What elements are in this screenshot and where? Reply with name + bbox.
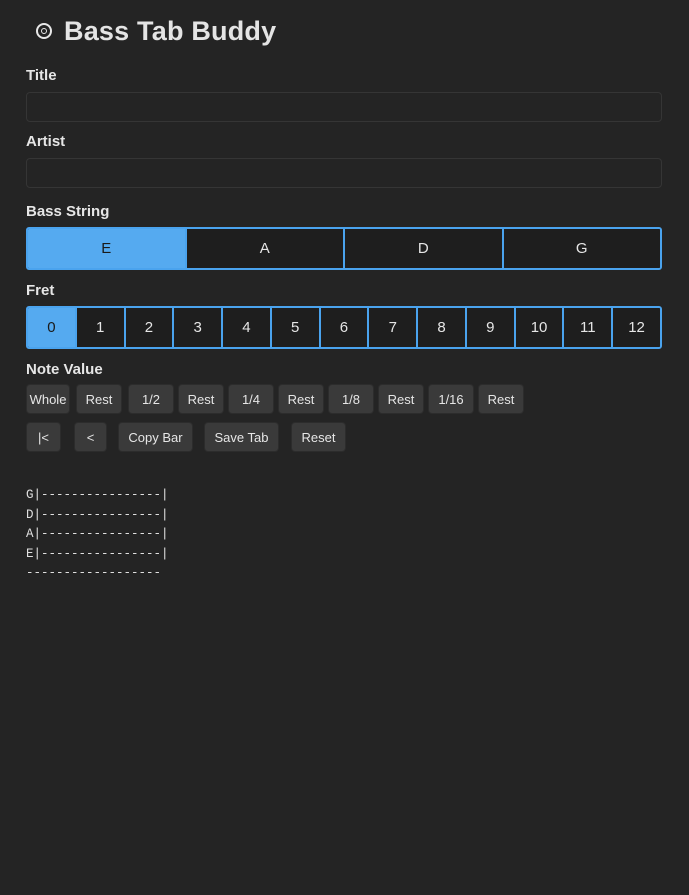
header: Bass Tab Buddy <box>26 0 662 62</box>
control-buttons: |< < Copy Bar Save Tab Reset <box>26 422 662 452</box>
bass-string-selector: E A D G <box>26 227 662 270</box>
fret-option-11[interactable]: 11 <box>562 308 612 347</box>
string-option-d[interactable]: D <box>343 229 502 268</box>
whole-rest-button[interactable]: Rest <box>76 384 122 414</box>
fret-selector: 0 1 2 3 4 5 6 7 8 9 10 11 12 <box>26 306 662 349</box>
sixteenth-note-button[interactable]: 1/16 <box>428 384 474 414</box>
artist-label: Artist <box>26 133 66 150</box>
quarter-rest-button[interactable]: Rest <box>278 384 324 414</box>
artist-input[interactable] <box>26 158 662 188</box>
go-to-start-button[interactable]: |< <box>26 422 61 452</box>
music-disc-icon <box>36 23 52 39</box>
fret-option-1[interactable]: 1 <box>74 308 124 347</box>
string-option-g[interactable]: G <box>501 229 660 268</box>
half-rest-button[interactable]: Rest <box>178 384 224 414</box>
fret-option-5[interactable]: 5 <box>269 308 319 347</box>
fret-option-10[interactable]: 10 <box>513 308 563 347</box>
tab-line-g: G|----------------| <box>26 488 169 502</box>
tab-line-d: D|----------------| <box>26 507 169 522</box>
bass-string-label: Bass String <box>26 203 110 220</box>
page-title: Bass Tab Buddy <box>64 15 277 46</box>
note-value-buttons: Whole Rest 1/2 Rest 1/4 Rest 1/8 Rest 1/… <box>26 384 662 414</box>
note-value-label: Note Value <box>26 361 103 378</box>
title-label: Title <box>26 67 57 84</box>
fret-option-9[interactable]: 9 <box>464 308 514 347</box>
fret-option-3[interactable]: 3 <box>172 308 222 347</box>
fret-label: Fret <box>26 282 55 299</box>
sixteenth-rest-button[interactable]: Rest <box>478 384 524 414</box>
save-tab-button[interactable]: Save Tab <box>204 422 279 452</box>
fret-option-7[interactable]: 7 <box>367 308 417 347</box>
half-note-button[interactable]: 1/2 <box>128 384 174 414</box>
fret-option-4[interactable]: 4 <box>221 308 270 347</box>
tab-bottom-rule: ------------------ <box>26 566 162 580</box>
quarter-note-button[interactable]: 1/4 <box>228 384 274 414</box>
fret-option-12[interactable]: 12 <box>611 308 660 347</box>
back-button[interactable]: < <box>74 422 107 452</box>
string-option-e[interactable]: E <box>28 229 185 268</box>
eighth-rest-button[interactable]: Rest <box>378 384 424 414</box>
copy-bar-button[interactable]: Copy Bar <box>118 422 193 452</box>
app-container: Bass Tab Buddy Title Artist Bass String … <box>26 0 662 584</box>
fret-option-8[interactable]: 8 <box>416 308 465 347</box>
fret-option-6[interactable]: 6 <box>318 308 368 347</box>
title-input[interactable] <box>26 92 662 122</box>
eighth-note-button[interactable]: 1/8 <box>328 384 374 414</box>
tab-display: G|----------------| D|----------------| … <box>26 486 662 584</box>
whole-note-button[interactable]: Whole <box>26 384 70 414</box>
tab-line-e: E|----------------| <box>26 546 169 561</box>
reset-button[interactable]: Reset <box>291 422 346 452</box>
fret-option-2[interactable]: 2 <box>123 308 173 347</box>
fret-option-0[interactable]: 0 <box>28 308 75 347</box>
string-option-a[interactable]: A <box>184 229 343 268</box>
tab-line-a: A|----------------| <box>26 527 169 541</box>
